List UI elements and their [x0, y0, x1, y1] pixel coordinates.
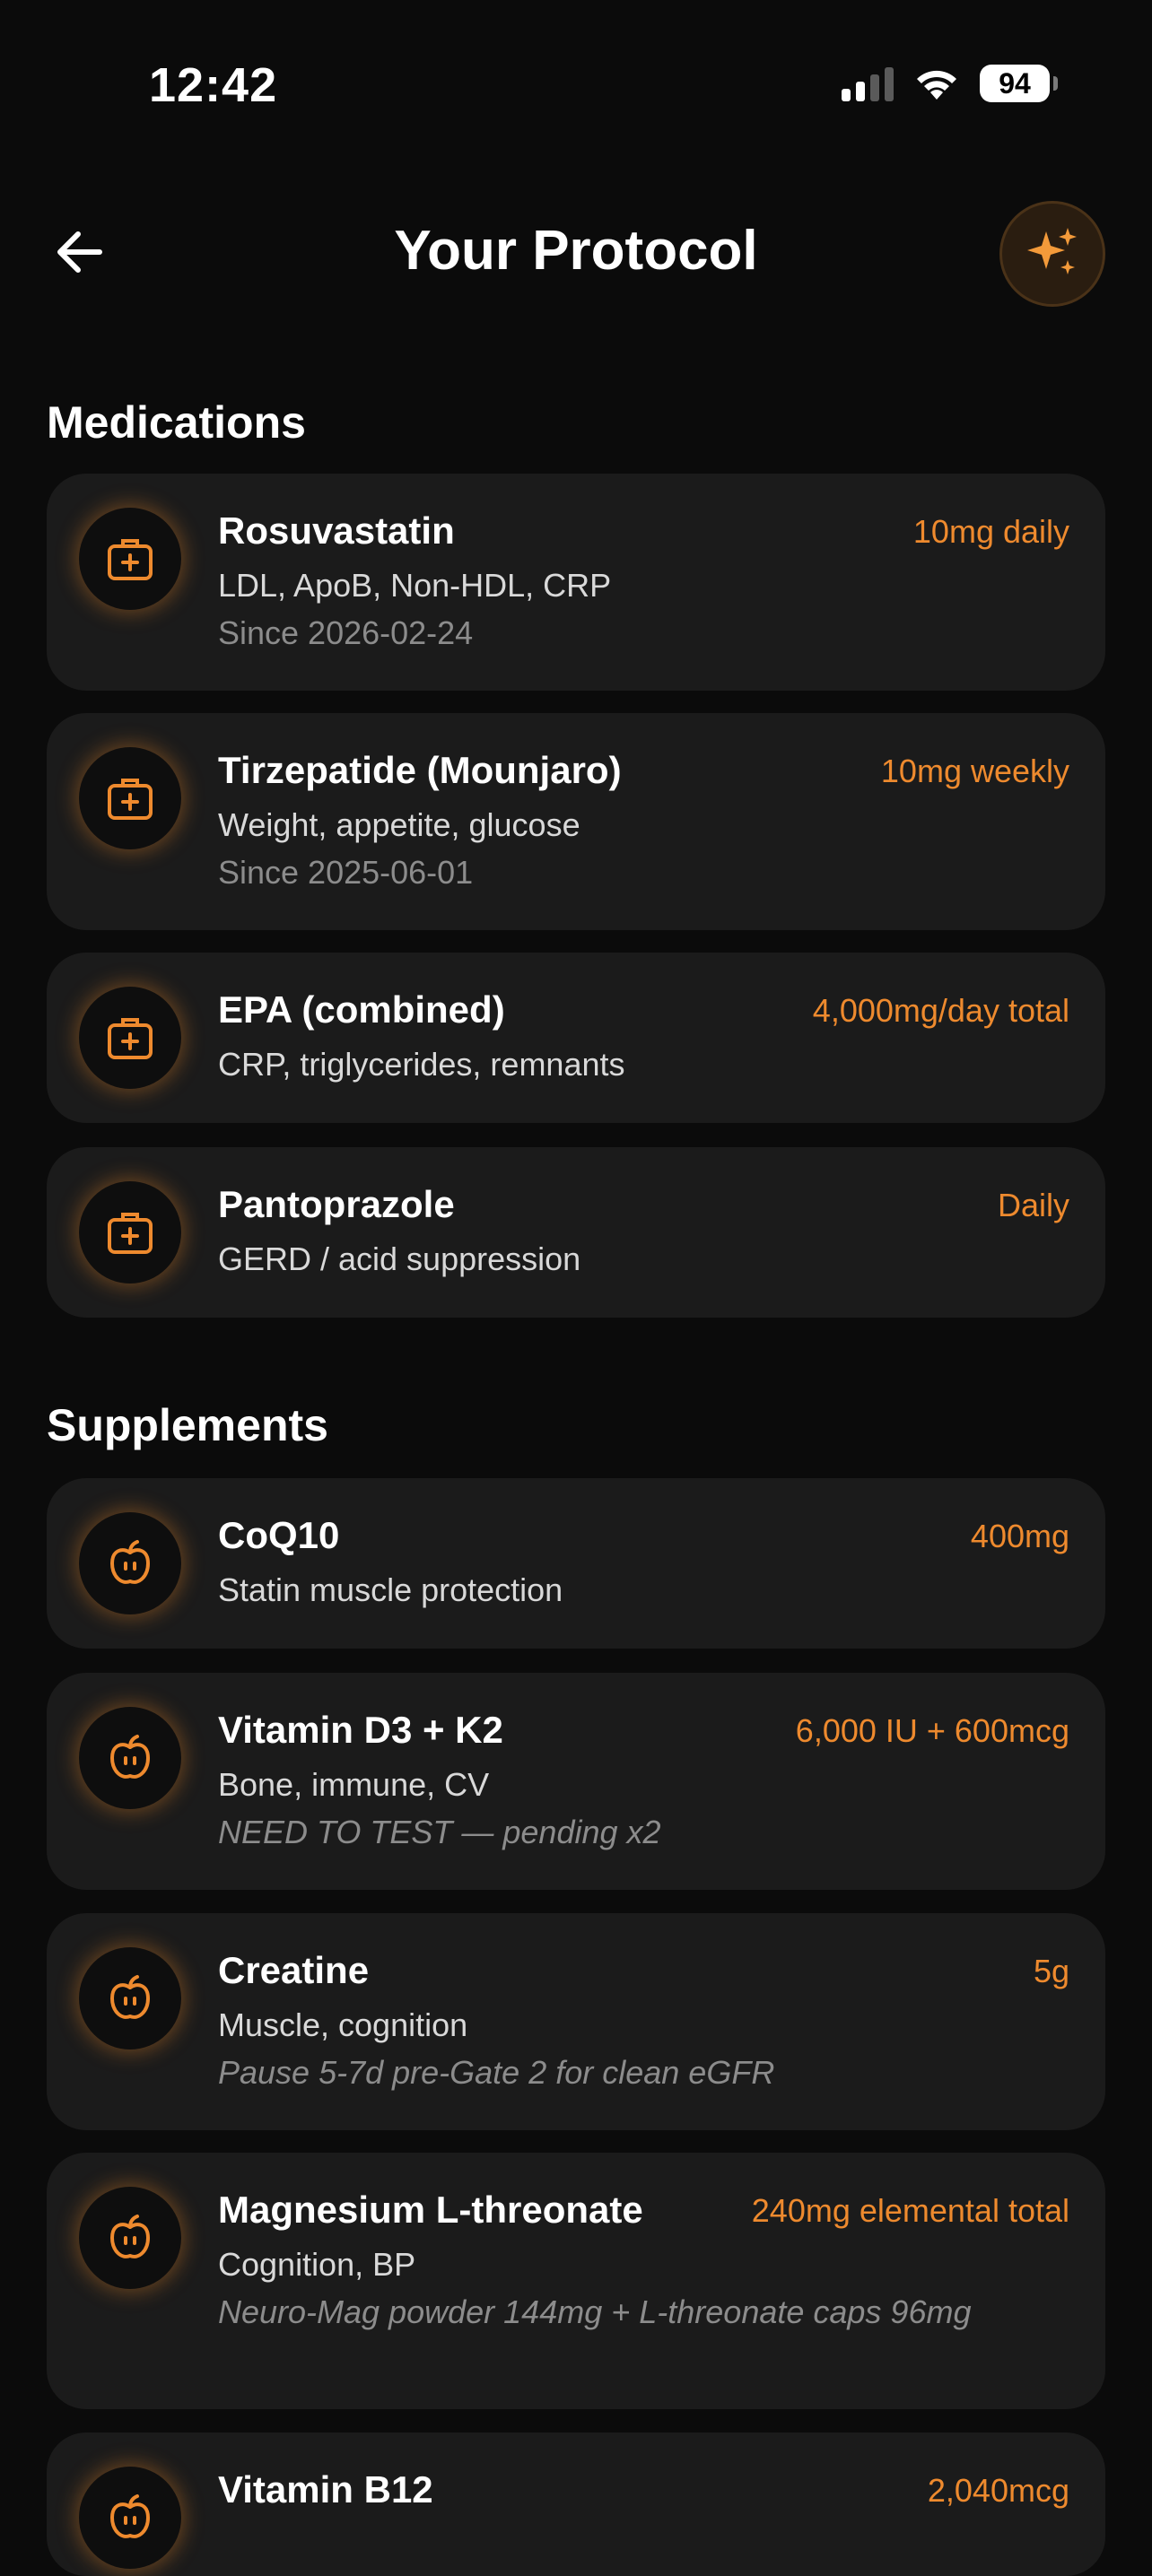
supplement-name: Vitamin B12	[218, 2468, 433, 2511]
ai-assistant-button[interactable]	[999, 201, 1105, 307]
supplement-purpose: Muscle, cognition	[218, 2006, 468, 2043]
medical-kit-icon	[79, 987, 181, 1089]
wifi-icon	[917, 70, 956, 100]
page-title: Your Protocol	[394, 220, 758, 282]
medication-card[interactable]: EPA (combined) 4,000mg/day total CRP, tr…	[47, 953, 1105, 1123]
battery-level: 94	[999, 66, 1031, 100]
medication-dose: 4,000mg/day total	[812, 992, 1069, 1029]
status-bar: 12:42 94	[0, 0, 1152, 170]
medication-card[interactable]: Tirzepatide (Mounjaro) 10mg weekly Weigh…	[47, 713, 1105, 930]
apple-icon	[79, 1707, 181, 1809]
medication-start-date: Since 2026-02-24	[218, 614, 474, 651]
medication-targets: LDL, ApoB, Non-HDL, CRP	[218, 567, 612, 604]
battery-indicator: 94	[980, 65, 1058, 102]
medication-start-date: Since 2025-06-01	[218, 854, 474, 891]
supplement-name: Magnesium L-threonate	[218, 2189, 643, 2231]
medication-card[interactable]: Pantoprazole Daily GERD / acid suppressi…	[47, 1147, 1105, 1318]
medication-dose: 10mg daily	[912, 513, 1069, 550]
supplement-name: CoQ10	[218, 1514, 340, 1556]
medication-name: EPA (combined)	[218, 988, 505, 1031]
medication-targets: CRP, triglycerides, remnants	[218, 1046, 625, 1083]
supplement-card[interactable]: Vitamin B12 2,040mcg	[47, 2432, 1105, 2576]
medical-kit-icon	[79, 508, 181, 610]
supplement-card[interactable]: Vitamin D3 + K2 6,000 IU + 600mcg Bone, …	[47, 1673, 1105, 1890]
supplement-note: Pause 5-7d pre-Gate 2 for clean eGFR	[218, 2054, 775, 2091]
supplement-note: Neuro-Mag powder 144mg + L-threonate cap…	[218, 2293, 972, 2330]
medication-targets: Weight, appetite, glucose	[218, 806, 580, 843]
medication-name: Pantoprazole	[218, 1183, 455, 1225]
medication-targets: GERD / acid suppression	[218, 1240, 581, 1277]
medical-kit-icon	[79, 747, 181, 849]
status-time: 12:42	[149, 58, 278, 112]
status-icons: 94	[842, 65, 1058, 102]
supplement-card[interactable]: Magnesium L-threonate 240mg elemental to…	[47, 2153, 1105, 2409]
supplement-purpose: Statin muscle protection	[218, 1571, 563, 1608]
apple-icon	[79, 2187, 181, 2289]
supplement-dose: 400mg	[970, 1518, 1069, 1554]
medication-name: Tirzepatide (Mounjaro)	[218, 749, 622, 791]
supplement-name: Vitamin D3 + K2	[218, 1709, 503, 1751]
medication-dose: 10mg weekly	[880, 753, 1069, 789]
supplement-purpose: Bone, immune, CV	[218, 1766, 490, 1803]
supplement-card[interactable]: Creatine 5g Muscle, cognition Pause 5-7d…	[47, 1913, 1105, 2130]
sparkles-icon	[1027, 228, 1077, 274]
apple-icon	[79, 2467, 181, 2569]
supplement-dose: 240mg elemental total	[751, 2192, 1069, 2229]
supplement-name: Creatine	[218, 1949, 370, 1991]
apple-icon	[79, 1947, 181, 2049]
supplement-dose: 6,000 IU + 600mcg	[795, 1712, 1069, 1749]
supplement-dose: 5g	[1033, 1953, 1069, 1989]
medications-section-title: Medications	[47, 397, 306, 448]
medication-card[interactable]: Rosuvastatin 10mg daily LDL, ApoB, Non-H…	[47, 474, 1105, 691]
cellular-signal-icon	[842, 65, 894, 101]
supplement-purpose: Cognition, BP	[218, 2246, 416, 2283]
medication-dose: Daily	[997, 1187, 1069, 1223]
supplements-section-title: Supplements	[47, 1400, 328, 1450]
medical-kit-icon	[79, 1181, 181, 1284]
medication-name: Rosuvastatin	[218, 509, 455, 552]
supplement-note: NEED TO TEST — pending x2	[218, 1814, 661, 1850]
supplement-card[interactable]: CoQ10 400mg Statin muscle protection	[47, 1478, 1105, 1649]
apple-icon	[79, 1512, 181, 1614]
supplement-dose: 2,040mcg	[927, 2472, 1069, 2509]
header: Your Protocol	[0, 179, 1152, 323]
